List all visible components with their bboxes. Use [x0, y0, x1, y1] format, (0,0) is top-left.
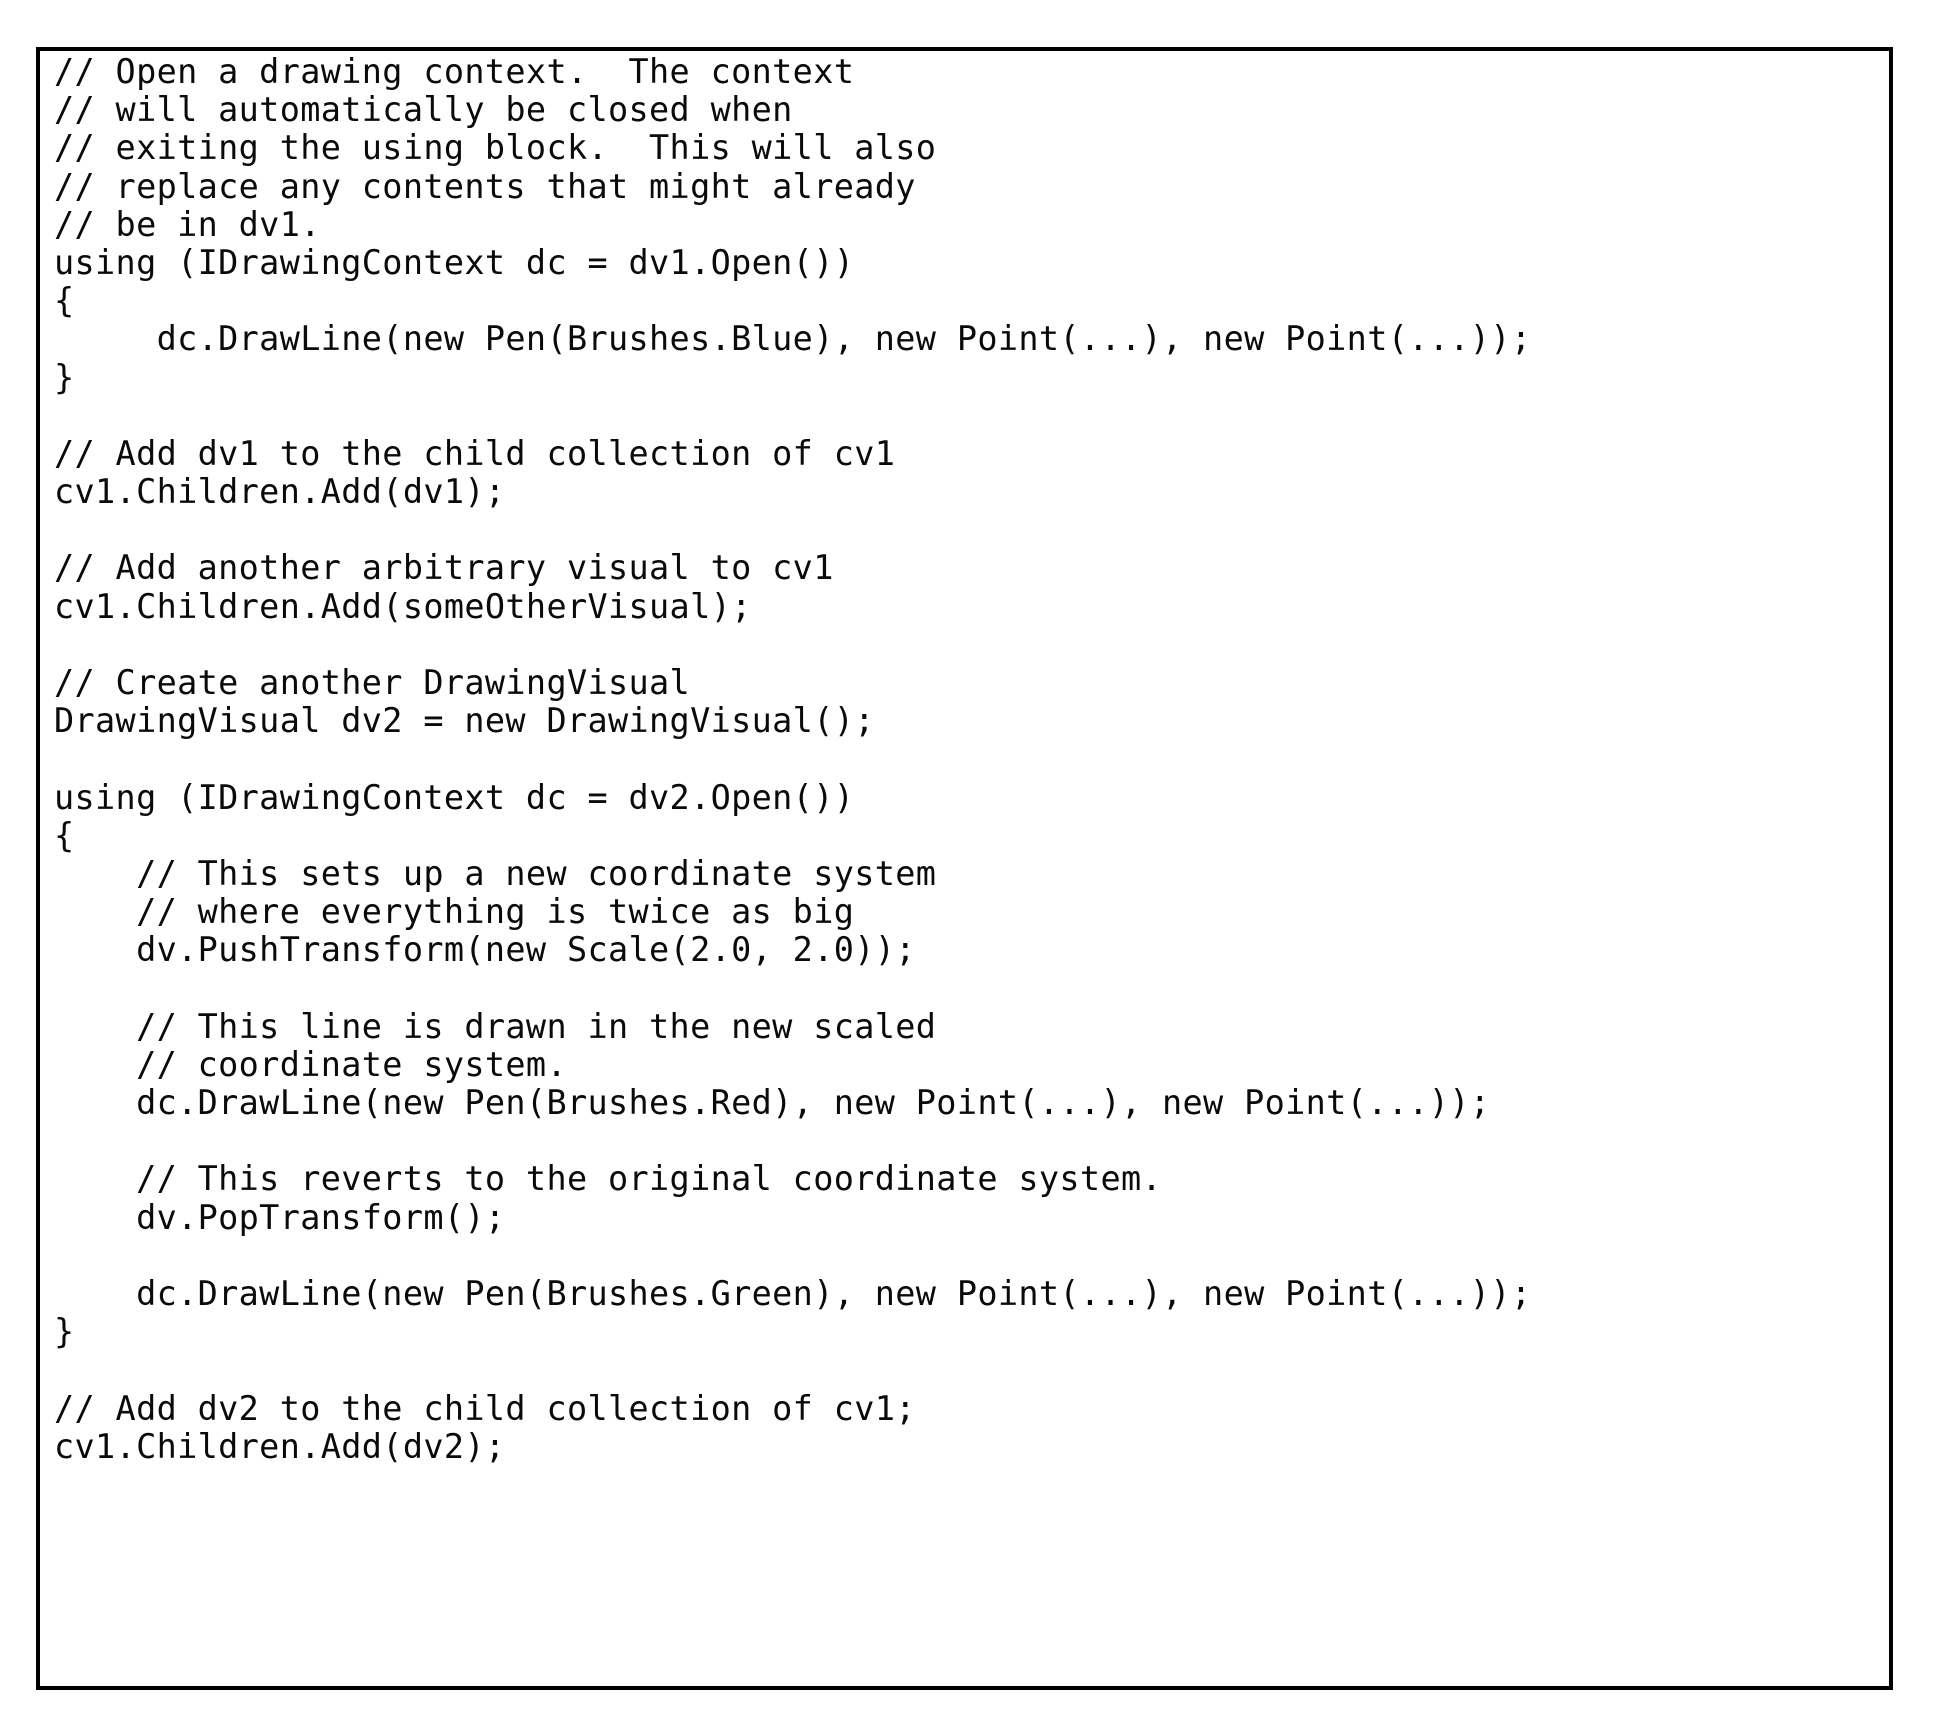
code-line: {	[54, 815, 75, 855]
code-line: // Create another DrawingVisual	[54, 663, 691, 702]
code-line: // This sets up a new coordinate system	[54, 853, 937, 893]
code-line: DrawingVisual dv2 = new DrawingVisual();	[54, 701, 875, 741]
code-line: dc.DrawLine(new Pen(Brushes.Green), new …	[54, 1274, 1532, 1313]
code-line: dv.PushTransform(new Scale(2.0, 2.0));	[54, 930, 916, 970]
code-line: // replace any contents that might alrea…	[54, 166, 916, 206]
code-line: dv.PopTransform();	[54, 1197, 506, 1237]
code-line: // Add dv1 to the child collection of cv…	[54, 433, 896, 473]
code-line: // Open a drawing context. The context	[54, 52, 855, 91]
code-line: using (IDrawingContext dc = dv1.Open())	[54, 242, 855, 282]
code-line: using (IDrawingContext dc = dv2.Open())	[54, 777, 855, 817]
code-line: // will automatically be closed when	[54, 90, 793, 130]
code-line: // This line is drawn in the new scaled	[54, 1006, 937, 1046]
code-line: cv1.Children.Add(someOtherVisual);	[54, 586, 752, 626]
code-line: // coordinate system.	[54, 1044, 567, 1084]
code-line: dc.DrawLine(new Pen(Brushes.Red), new Po…	[54, 1083, 1491, 1123]
code-line: {	[54, 281, 75, 321]
code-line: }	[54, 1312, 75, 1352]
code-listing-frame: // Open a drawing context. The context//…	[36, 47, 1893, 1690]
code-line: dc.DrawLine(new Pen(Brushes.Blue), new P…	[54, 319, 1532, 359]
code-line: // This reverts to the original coordina…	[54, 1159, 1163, 1199]
page-root: // Open a drawing context. The context//…	[0, 0, 1952, 1729]
code-line: }	[54, 357, 75, 397]
code-line: // Add another arbitrary visual to cv1	[54, 548, 834, 588]
code-line: // where everything is twice as big	[54, 892, 855, 932]
code-line: cv1.Children.Add(dv2);	[54, 1426, 506, 1466]
code-line: // Add dv2 to the child collection of cv…	[54, 1388, 916, 1428]
code-listing-text: // Open a drawing context. The context//…	[54, 52, 1889, 1466]
code-line: // be in dv1.	[54, 204, 321, 244]
code-line: cv1.Children.Add(dv1);	[54, 472, 506, 512]
code-line: // exiting the using block. This will al…	[54, 128, 937, 168]
